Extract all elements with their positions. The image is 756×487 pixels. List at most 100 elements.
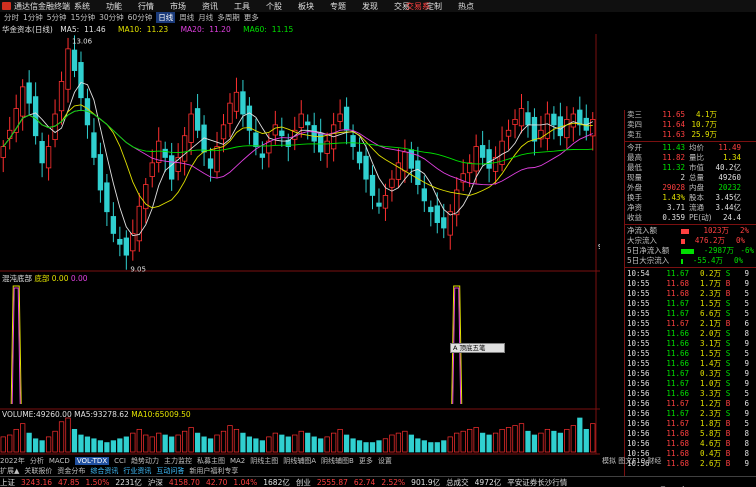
info-tab[interactable]: 关联报价 bbox=[24, 466, 52, 476]
side-tab[interactable]: 图文F10 bbox=[618, 457, 645, 465]
menu-item[interactable]: 资讯 bbox=[202, 1, 234, 12]
tick-count: 8 bbox=[744, 439, 749, 448]
status-item: 42.70 bbox=[205, 477, 228, 487]
ma20-value: 11.20 bbox=[209, 25, 231, 34]
volume-bar bbox=[363, 442, 369, 453]
flow-pct: -6% bbox=[740, 246, 754, 255]
drawing-tool-popup[interactable]: A 顶底五笔 bbox=[450, 343, 505, 353]
indicator1-value2: 0.00 bbox=[70, 274, 88, 283]
candle-body bbox=[389, 178, 395, 188]
tick-row: 10:56 11.66 3.3万 S 5 bbox=[625, 389, 756, 399]
indicator-tab[interactable]: 主力监控 bbox=[164, 456, 192, 466]
indicator-tab[interactable]: 趋势动力 bbox=[131, 456, 159, 466]
period-tab[interactable]: 周线 bbox=[179, 12, 194, 23]
period-tab[interactable]: 多周期 bbox=[217, 12, 240, 23]
info-tab[interactable]: 新用户福利专享 bbox=[189, 466, 238, 476]
vol-ma10-value: 65009.50 bbox=[154, 410, 191, 419]
period-tab[interactable]: 1分钟 bbox=[23, 12, 43, 23]
candle-body bbox=[7, 129, 13, 139]
stat-label: 现量 bbox=[627, 173, 642, 182]
stat-value: 0.359 bbox=[662, 213, 685, 222]
candle-body bbox=[259, 153, 266, 158]
flow-row: 大宗流入 476.2万 0% bbox=[625, 236, 756, 246]
tick-price: 11.68 bbox=[666, 279, 689, 288]
menu-item[interactable]: 板块 bbox=[298, 1, 330, 12]
period-tab[interactable]: 更多 bbox=[244, 12, 259, 23]
tick-price: 11.67 bbox=[666, 319, 689, 328]
volume-bar bbox=[104, 442, 110, 453]
menu-item[interactable]: 热点 bbox=[458, 1, 490, 12]
tick-time: 10:55 bbox=[627, 359, 650, 368]
indicator1-label: 底部 bbox=[34, 274, 50, 283]
ask-label: 卖三 bbox=[627, 110, 642, 119]
volume-bar bbox=[480, 432, 486, 453]
stat-value: 3.44亿 bbox=[715, 203, 741, 212]
tick-count: 9 bbox=[744, 409, 749, 418]
tick-row: 10:54 11.67 0.2万 S 9 bbox=[625, 269, 756, 279]
tick-time: 10:56 bbox=[627, 419, 650, 428]
tick-time: 10:55 bbox=[627, 279, 650, 288]
trade-system-link[interactable]: 交易系 bbox=[406, 1, 430, 12]
divider bbox=[625, 141, 756, 142]
tick-count: 9 bbox=[744, 279, 749, 288]
tick-count: 8 bbox=[744, 329, 749, 338]
menu-item[interactable]: 行情 bbox=[138, 1, 170, 12]
tick-list[interactable]: 10:54 11.67 0.2万 S 9 10:55 11.68 1.7万 B 9 10:55 11.… bbox=[625, 269, 756, 469]
side-tabs: 模拟 图文F10 财经 bbox=[602, 456, 661, 466]
stat-value: 11.49 bbox=[718, 143, 741, 152]
tick-count: 6 bbox=[744, 399, 749, 408]
volume-bar bbox=[369, 442, 376, 453]
indicator-tab[interactable]: 分析 bbox=[30, 456, 44, 466]
menu-item[interactable]: 个股 bbox=[266, 1, 298, 12]
indicator-tab[interactable]: 2022年 bbox=[0, 456, 25, 466]
info-tab[interactable]: 综合资讯 bbox=[90, 466, 118, 476]
indicator-tab[interactable]: 阴线辅图A bbox=[283, 456, 316, 466]
info-tab[interactable]: 资金分布 bbox=[57, 466, 85, 476]
tick-side: B bbox=[725, 279, 731, 288]
period-tab[interactable]: 60分钟 bbox=[128, 12, 153, 23]
tick-row: 10:56 11.68 5.8万 B 8 bbox=[625, 429, 756, 439]
candle-body bbox=[324, 140, 330, 154]
menu-item[interactable]: 市场 bbox=[170, 1, 202, 12]
period-tab[interactable]: 15分钟 bbox=[71, 12, 96, 23]
indicator-tab[interactable]: MA2 bbox=[230, 457, 245, 465]
tick-price: 11.68 bbox=[666, 289, 689, 298]
indicator-tab[interactable]: CCI bbox=[114, 457, 126, 465]
volume-bar bbox=[162, 434, 168, 453]
indicator-tab[interactable]: VOL-TDX bbox=[74, 457, 110, 465]
candle-body bbox=[577, 109, 583, 126]
candle-body bbox=[162, 148, 168, 158]
volume-bar bbox=[194, 432, 201, 453]
ask-volume: 25.9万 bbox=[691, 130, 717, 139]
indicator-tab[interactable]: 阴线辅图B bbox=[321, 456, 354, 466]
menu-item[interactable]: 功能 bbox=[106, 1, 138, 12]
volume-bar bbox=[499, 428, 505, 453]
volume-bar bbox=[13, 428, 19, 453]
period-tab[interactable]: 分时 bbox=[4, 12, 19, 23]
menu-item[interactable]: 专题 bbox=[330, 1, 362, 12]
info-tab[interactable]: 行业资讯 bbox=[123, 466, 151, 476]
indicator-tab[interactable]: MACD bbox=[49, 457, 70, 465]
period-tab-selected[interactable]: 日线 bbox=[156, 12, 176, 23]
period-tab[interactable]: 月线 bbox=[198, 12, 213, 23]
indicator-tab[interactable]: 私募主图 bbox=[197, 456, 225, 466]
info-tab[interactable]: 互动问答 bbox=[156, 466, 184, 476]
period-tab[interactable]: 5分钟 bbox=[47, 12, 67, 23]
signal-spike-2 bbox=[11, 287, 21, 405]
period-tab[interactable]: 30分钟 bbox=[99, 12, 124, 23]
side-tab[interactable]: 财经 bbox=[647, 457, 661, 465]
menu-item[interactable]: 系统 bbox=[74, 1, 106, 12]
menu-item[interactable]: 工具 bbox=[234, 1, 266, 12]
volume-bar bbox=[408, 434, 414, 453]
volume-bar bbox=[156, 432, 162, 453]
volume-bar bbox=[538, 432, 544, 453]
indicator-tab[interactable]: 更多 bbox=[359, 456, 373, 466]
menu-item[interactable]: 定制 bbox=[426, 1, 458, 12]
kline-chart[interactable]: 13.069.0511.5011.0010.7510.5010.2510.009… bbox=[0, 34, 600, 487]
info-tab[interactable]: 扩展▲ bbox=[0, 466, 19, 476]
volume-bar bbox=[467, 428, 473, 453]
indicator-tab[interactable]: 阴线主图 bbox=[250, 456, 278, 466]
indicator-tab[interactable]: 设置 bbox=[378, 456, 392, 466]
menu-item[interactable]: 发现 bbox=[362, 1, 394, 12]
side-tab[interactable]: 模拟 bbox=[602, 457, 616, 465]
